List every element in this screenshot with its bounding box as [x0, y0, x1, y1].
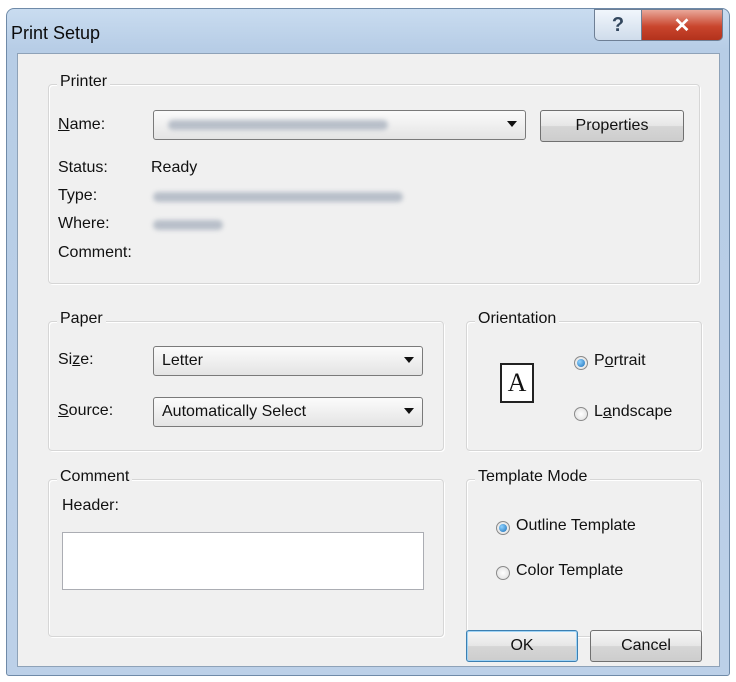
print-setup-window: Print Setup ? ✕ Printer Name: Properties… — [6, 8, 730, 676]
outline-template-radio[interactable] — [496, 521, 510, 535]
template-mode-group: Template Mode — [466, 468, 702, 637]
template-mode-legend: Template Mode — [475, 468, 591, 486]
printer-name-blurred — [168, 120, 388, 130]
cancel-button-label: Cancel — [621, 637, 671, 654]
printer-group-legend: Printer — [57, 73, 111, 91]
portrait-page-icon: A — [500, 363, 534, 403]
printer-name-dropdown[interactable] — [153, 110, 526, 140]
portrait-radio[interactable] — [574, 356, 588, 370]
dialog-client-area: Printer Name: Properties Status: Ready T… — [17, 53, 720, 667]
paper-source-dropdown[interactable]: Automatically Select — [153, 397, 423, 427]
chevron-down-icon — [507, 121, 517, 127]
header-textarea[interactable] — [62, 532, 424, 590]
ok-button[interactable]: OK — [466, 630, 578, 662]
close-icon: ✕ — [673, 14, 691, 37]
outline-template-label[interactable]: Outline Template — [516, 517, 636, 535]
paper-size-value: Letter — [162, 352, 203, 369]
size-label: Size: — [58, 351, 94, 368]
properties-button[interactable]: Properties — [540, 110, 684, 142]
printer-name-label: Name: — [58, 116, 106, 133]
ok-button-label: OK — [510, 637, 534, 654]
paper-source-value: Automatically Select — [162, 403, 307, 420]
chevron-down-icon — [404, 408, 414, 414]
orientation-group-legend: Orientation — [475, 310, 560, 328]
color-template-label[interactable]: Color Template — [516, 562, 623, 580]
paper-group: Paper — [48, 310, 444, 451]
help-icon: ? — [611, 13, 625, 36]
comment-label: Comment: — [58, 244, 132, 261]
printer-type-blurred — [153, 192, 403, 202]
cancel-button[interactable]: Cancel — [590, 630, 702, 662]
paper-size-dropdown[interactable]: Letter — [153, 346, 423, 376]
properties-button-label: Properties — [575, 117, 649, 134]
paper-group-legend: Paper — [57, 310, 106, 328]
source-label: Source: — [58, 402, 114, 419]
portrait-label[interactable]: Portrait — [594, 352, 646, 370]
landscape-radio[interactable] — [574, 407, 588, 421]
landscape-label[interactable]: Landscape — [594, 403, 672, 421]
type-label: Type: — [58, 187, 98, 204]
color-template-radio[interactable] — [496, 566, 510, 580]
close-button[interactable]: ✕ — [641, 9, 723, 41]
status-label: Status: — [58, 159, 108, 176]
chevron-down-icon — [404, 357, 414, 363]
header-label: Header: — [62, 497, 119, 514]
printer-where-blurred — [153, 220, 223, 230]
where-label: Where: — [58, 215, 110, 232]
comment-group-legend: Comment — [57, 468, 133, 486]
window-title: Print Setup — [11, 23, 101, 43]
status-value: Ready — [151, 159, 198, 176]
help-button[interactable]: ? — [594, 9, 642, 41]
